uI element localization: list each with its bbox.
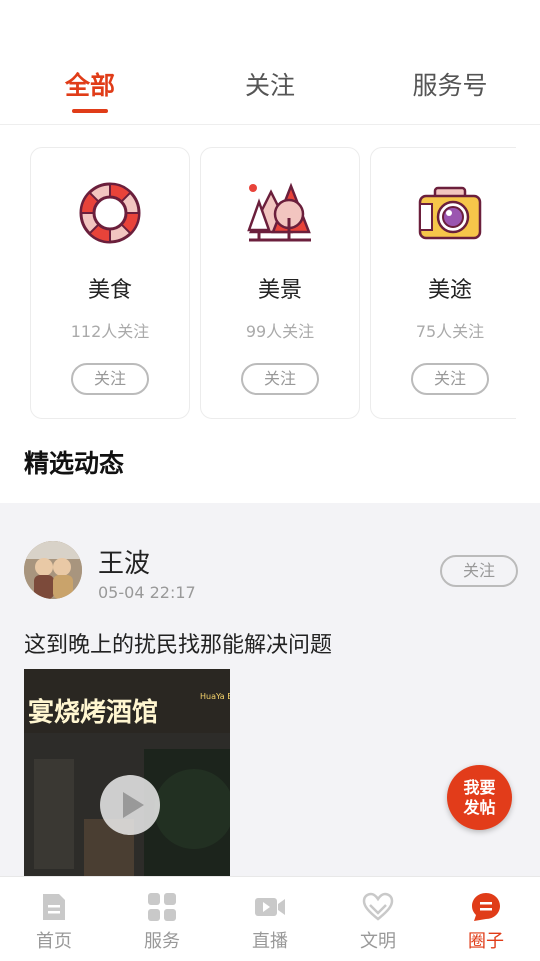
grid-icon (148, 893, 176, 921)
post-text[interactable]: 这到晚上的扰民找那能解决问题 (24, 627, 332, 659)
nav-item-services[interactable]: 服务 (108, 877, 216, 961)
category-card-scenery[interactable]: 美景 99人关注 关注 (200, 147, 360, 419)
video-sign-sub-text: HuaYa Barbe (200, 692, 230, 701)
category-name: 美食 (87, 278, 132, 303)
nav-label: 文明 (360, 931, 396, 952)
nav-label: 首页 (36, 931, 72, 952)
top-tab-bar: 全部 关注 服务号 (0, 56, 540, 125)
category-name: 美途 (427, 278, 472, 303)
video-sign-text: 宴烧烤酒馆 (28, 697, 158, 728)
create-post-label-line1: 我要 (463, 778, 496, 797)
mountain-tree-icon (247, 182, 311, 242)
chat-bubble-icon (472, 893, 500, 921)
category-name: 美景 (257, 278, 302, 303)
heart-hands-icon (362, 892, 394, 921)
home-doc-icon (43, 894, 65, 920)
follow-user-button[interactable]: 关注 (440, 555, 518, 587)
nav-item-civilization[interactable]: 文明 (324, 877, 432, 961)
create-post-button[interactable]: 我要 发帖 (447, 765, 512, 830)
camera-icon (418, 186, 482, 240)
post-video-thumbnail[interactable]: 宴烧烤酒馆 HuaYa Barbe (24, 669, 230, 879)
follow-button[interactable]: 关注 (411, 363, 489, 395)
category-carousel[interactable]: 美食 112人关注 关注 美景 99人关注 关注 美途 75人关注 关注 (0, 147, 516, 419)
nav-item-home[interactable]: 首页 (0, 877, 108, 961)
create-post-label-line2: 发帖 (463, 798, 496, 817)
video-camera-icon (255, 898, 285, 916)
lifebuoy-icon (79, 182, 141, 244)
nav-label: 直播 (252, 931, 288, 952)
section-title: 精选动态 (24, 449, 125, 478)
category-follower-count: 99人关注 (245, 322, 315, 341)
category-card-travel[interactable]: 美途 75人关注 关注 (370, 147, 516, 419)
tab-service-accounts[interactable]: 服务号 (390, 66, 510, 102)
nav-label: 圈子 (468, 931, 504, 952)
post-timestamp: 05-04 22:17 (98, 583, 196, 602)
category-follower-count: 112人关注 (70, 322, 150, 341)
tab-all[interactable]: 全部 (30, 66, 150, 102)
avatar[interactable] (24, 541, 82, 599)
nav-label: 服务 (144, 931, 180, 952)
category-card-food[interactable]: 美食 112人关注 关注 (30, 147, 190, 419)
tab-following[interactable]: 关注 (210, 66, 330, 102)
nav-item-circle[interactable]: 圈子 (432, 877, 540, 961)
follow-button[interactable]: 关注 (71, 363, 149, 395)
bottom-navigation: 首页 服务 直播 文明 圈子 (0, 876, 540, 961)
post-username[interactable]: 王波 (98, 543, 150, 580)
category-follower-count: 75人关注 (415, 322, 485, 341)
play-icon[interactable] (100, 775, 160, 835)
nav-item-live[interactable]: 直播 (216, 877, 324, 961)
follow-button[interactable]: 关注 (241, 363, 319, 395)
active-tab-indicator (72, 109, 108, 113)
